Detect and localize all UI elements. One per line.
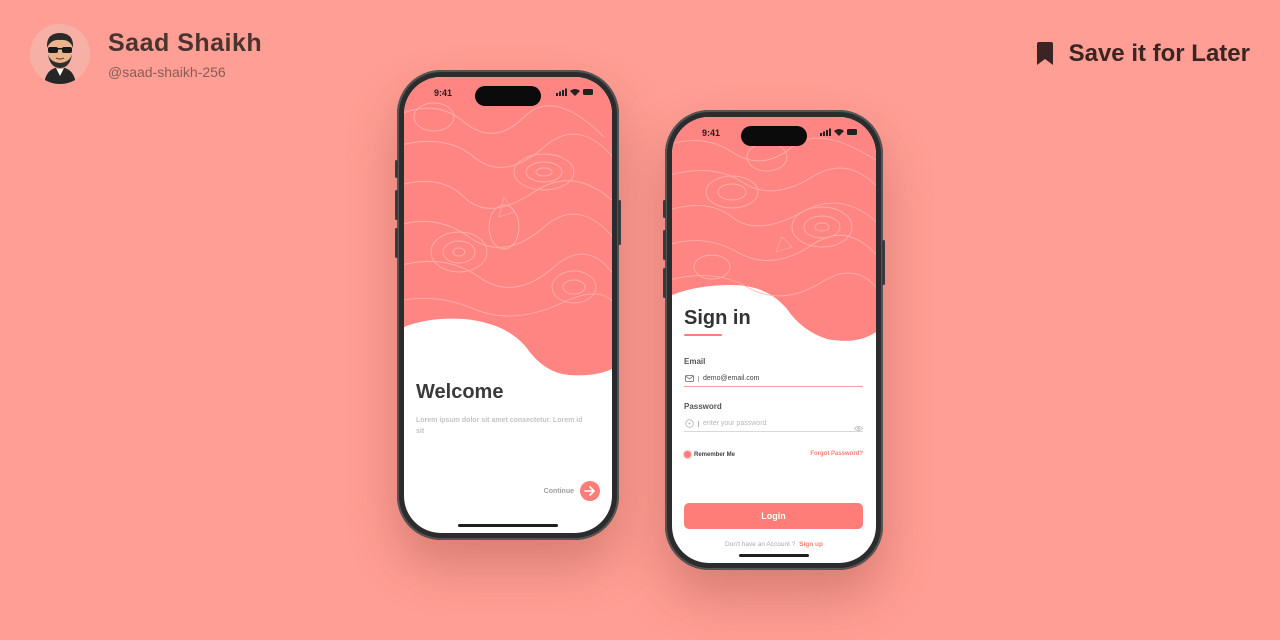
signin-title: Sign in bbox=[684, 307, 751, 329]
dynamic-island bbox=[475, 86, 541, 106]
author-handle: @saad-shaikh-256 bbox=[108, 63, 226, 80]
status-time: 9:41 bbox=[702, 128, 721, 138]
remember-me-label: Remember Me bbox=[694, 451, 736, 458]
dynamic-island bbox=[741, 126, 807, 146]
phone-signin: 9:41 Sign in Email demo@email.com Passwo… bbox=[663, 110, 885, 570]
continue-button[interactable]: Continue bbox=[544, 481, 600, 501]
password-field[interactable]: enter your password bbox=[684, 416, 864, 432]
welcome-screen: 9:41 Welcome Lorem ipsum dolor sit amet … bbox=[404, 77, 612, 533]
welcome-body: Lorem ipsum dolor sit amet consectetur. … bbox=[416, 417, 583, 435]
email-value: demo@email.com bbox=[703, 375, 760, 382]
title-underline bbox=[684, 334, 722, 336]
phone-welcome: 9:41 Welcome Lorem ipsum dolor sit amet … bbox=[395, 70, 621, 540]
email-field[interactable]: demo@email.com bbox=[684, 371, 863, 387]
password-label: Password bbox=[684, 402, 722, 411]
author-name: Saad Shaikh bbox=[108, 28, 263, 57]
author-block: Saad Shaikh @saad-shaikh-256 bbox=[30, 24, 262, 84]
signup-question: Don't have an Account ? bbox=[725, 541, 796, 548]
home-indicator bbox=[458, 524, 558, 527]
forgot-password-link[interactable]: Forgot Password? bbox=[810, 451, 863, 457]
topographic-pattern bbox=[404, 77, 612, 376]
avatar-icon bbox=[30, 24, 90, 84]
avatar bbox=[30, 24, 90, 84]
field-separator bbox=[698, 375, 699, 382]
signup-row: Don't have an Account ? Sign up bbox=[672, 541, 876, 548]
home-indicator bbox=[739, 554, 809, 557]
status-icons bbox=[556, 88, 593, 96]
status-time: 9:41 bbox=[434, 88, 453, 98]
arrow-right-icon bbox=[584, 486, 595, 496]
password-placeholder: enter your password bbox=[703, 420, 767, 427]
status-bar: 9:41 bbox=[404, 77, 612, 117]
status-icons bbox=[820, 128, 857, 136]
signup-link[interactable]: Sign up bbox=[799, 541, 823, 548]
field-separator bbox=[698, 420, 699, 427]
status-bar: 9:41 bbox=[672, 117, 876, 157]
checkbox-indicator[interactable] bbox=[684, 451, 691, 458]
continue-label: Continue bbox=[543, 487, 574, 495]
eye-icon[interactable] bbox=[853, 419, 864, 437]
signin-screen: 9:41 Sign in Email demo@email.com Passwo… bbox=[672, 117, 876, 563]
continue-arrow-button[interactable] bbox=[580, 481, 600, 501]
lock-icon bbox=[684, 419, 694, 429]
welcome-title: Welcome bbox=[416, 381, 504, 403]
mail-icon bbox=[684, 374, 694, 384]
save-label: Save it for Later bbox=[1068, 40, 1250, 67]
bookmark-icon bbox=[1036, 42, 1053, 65]
login-button[interactable]: Login bbox=[684, 503, 863, 529]
remember-me-checkbox[interactable]: Remember Me bbox=[684, 451, 735, 458]
save-for-later-button[interactable]: Save it for Later bbox=[1035, 40, 1250, 68]
email-label: Email bbox=[684, 357, 706, 366]
